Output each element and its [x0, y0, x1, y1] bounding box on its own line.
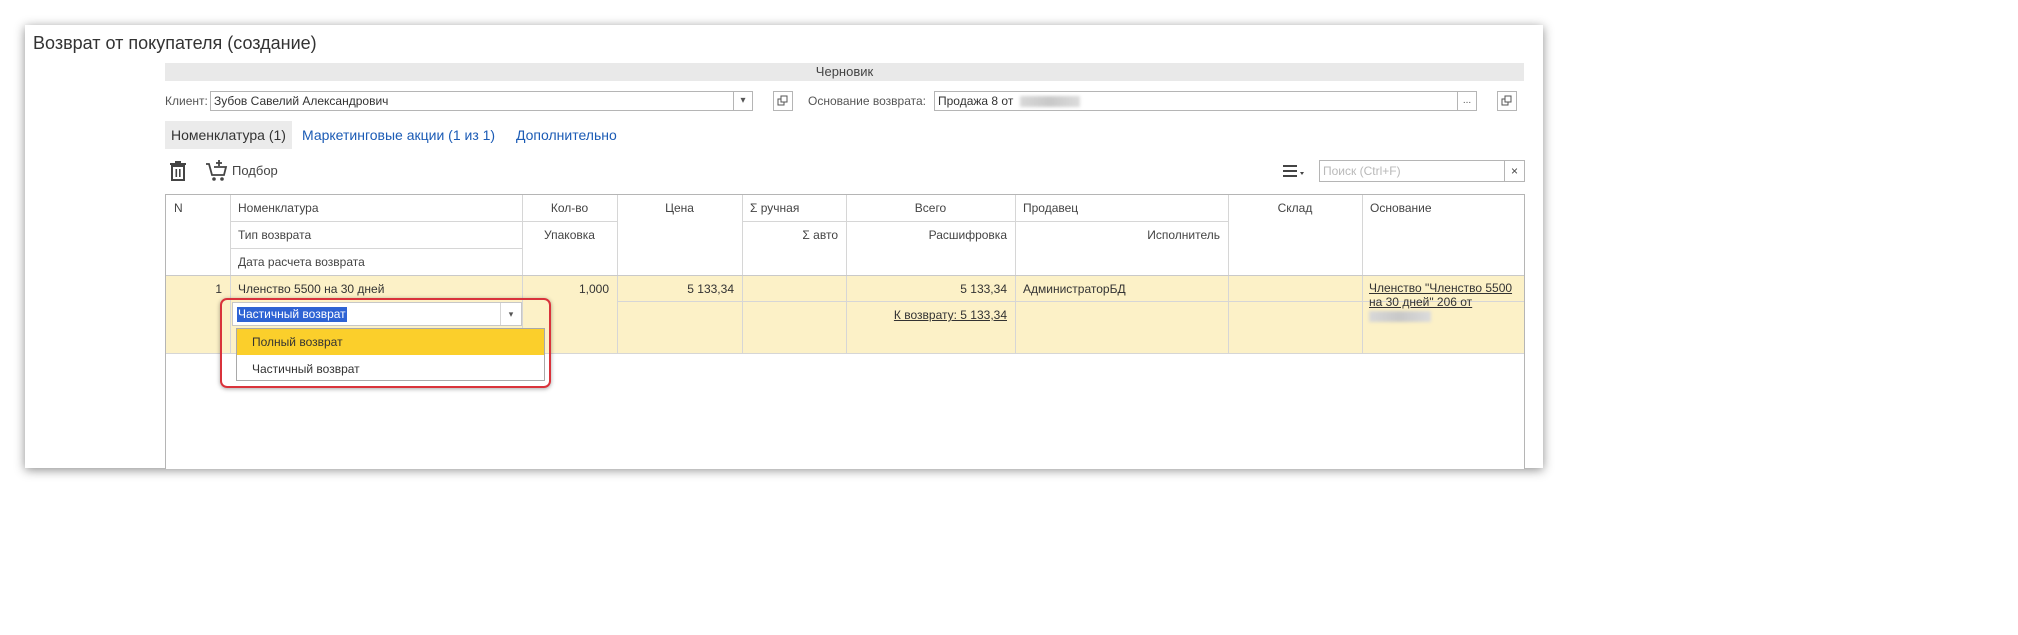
header-executor[interactable]: Исполнитель: [1015, 222, 1228, 248]
tab-marketing[interactable]: Маркетинговые акции (1 из 1): [302, 121, 495, 149]
header-decode[interactable]: Расшифровка: [846, 222, 1015, 248]
header-pack[interactable]: Упаковка: [522, 222, 617, 248]
row-seller[interactable]: АдминистраторБД: [1015, 276, 1228, 302]
tab-nomenclature[interactable]: Номенклатура (1): [165, 121, 292, 149]
header-seller[interactable]: Продавец: [1015, 195, 1228, 221]
menu-icon: [1283, 165, 1304, 177]
header-total[interactable]: Всего: [846, 195, 1015, 221]
basis-open-button[interactable]: [1497, 91, 1517, 111]
redacted-date: [1019, 96, 1080, 108]
window-title: Возврат от покупателя (создание): [33, 33, 317, 53]
pick-button[interactable]: [205, 160, 229, 185]
close-icon: ×: [1510, 164, 1518, 178]
client-label: Клиент:: [165, 94, 208, 108]
more-menu-button[interactable]: [1283, 163, 1307, 182]
basis-label: Основание возврата:: [808, 94, 926, 108]
header-price[interactable]: Цена: [617, 195, 742, 221]
redacted-basis-date: [1369, 311, 1431, 323]
header-return-date[interactable]: Дата расчета возврата: [230, 249, 522, 275]
trash-icon: [170, 161, 186, 181]
open-window-icon: [777, 95, 788, 106]
status-bar: Черновик: [165, 63, 1524, 81]
open-window-icon: [1501, 95, 1512, 106]
header-warehouse[interactable]: Склад: [1228, 195, 1362, 221]
client-field[interactable]: Зубов Савелий Александрович ▾: [210, 91, 753, 111]
header-return-type[interactable]: Тип возврата: [230, 222, 522, 248]
header-nomenclature[interactable]: Номенклатура: [230, 195, 522, 221]
basis-value: Продажа 8 от: [938, 94, 1014, 108]
header-auto-sum[interactable]: Σ авто: [742, 222, 846, 248]
basis-select-button[interactable]: ...: [1457, 91, 1477, 111]
ellipsis-icon: ...: [1462, 95, 1472, 106]
client-open-button[interactable]: [773, 91, 793, 111]
tab-additional[interactable]: Дополнительно: [516, 121, 617, 149]
row-price[interactable]: 5 133,34: [617, 276, 742, 302]
row-basis-link[interactable]: Членство "Членство 5500 на 30 дней" 206 …: [1369, 281, 1519, 323]
client-value: Зубов Савелий Александрович: [214, 94, 389, 108]
row-total[interactable]: 5 133,34: [846, 276, 1015, 302]
search-clear-button[interactable]: ×: [1505, 160, 1525, 182]
header-qty[interactable]: Кол-во: [522, 195, 617, 221]
basis-field[interactable]: Продажа 8 от ...: [934, 91, 1477, 111]
to-return-text[interactable]: К возврату: 5 133,34: [894, 308, 1007, 322]
header-n[interactable]: N: [166, 195, 230, 221]
row-n[interactable]: 1: [166, 276, 230, 302]
header-basis[interactable]: Основание: [1362, 195, 1524, 221]
delete-button[interactable]: [169, 161, 187, 184]
row-to-return-link[interactable]: К возврату: 5 133,34: [846, 302, 1015, 328]
pick-label[interactable]: Подбор: [232, 161, 278, 181]
search-input[interactable]: Поиск (Ctrl+F): [1319, 160, 1505, 182]
cart-add-icon: [206, 160, 228, 181]
chevron-down-icon: ▾: [740, 95, 746, 106]
header-manual-sum[interactable]: Σ ручная: [742, 195, 846, 221]
client-dropdown-button[interactable]: ▾: [733, 91, 753, 111]
basis-link-text[interactable]: Членство "Членство 5500 на 30 дней" 206 …: [1369, 281, 1512, 309]
callout-highlight: [220, 298, 551, 388]
